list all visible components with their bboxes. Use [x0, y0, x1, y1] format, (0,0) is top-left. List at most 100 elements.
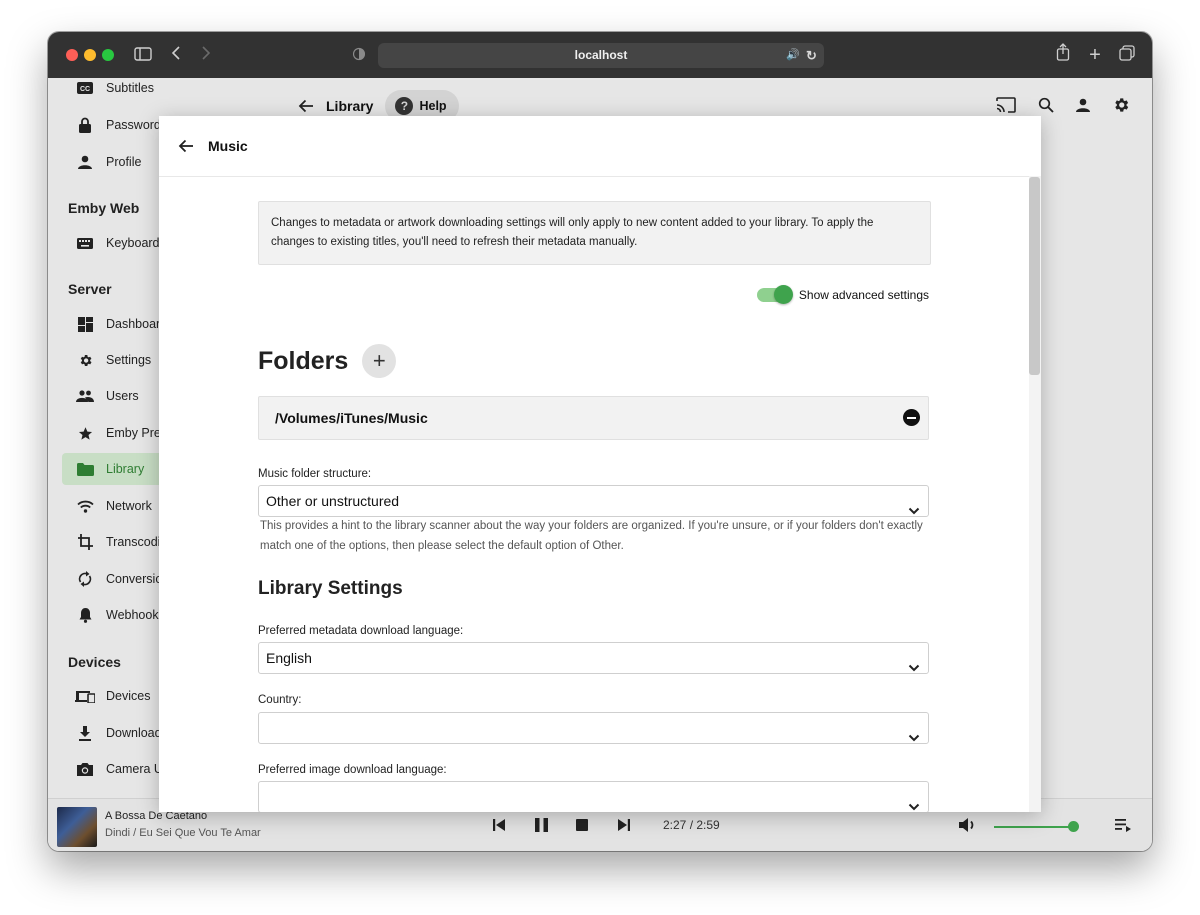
- select-value: Other or unstructured: [266, 493, 400, 509]
- sidebar-section-heading: Server: [68, 281, 112, 297]
- zoom-window-button[interactable]: [102, 49, 114, 61]
- sidebar-item-label: Library: [106, 462, 145, 476]
- sidebar-section-heading: Emby Web: [68, 200, 140, 216]
- share-icon[interactable]: [1052, 42, 1074, 68]
- download-icon: [74, 725, 96, 741]
- sidebar-item-label: Camera U: [106, 762, 163, 776]
- dialog-title: Music: [208, 138, 248, 154]
- reload-icon[interactable]: ↻: [806, 43, 817, 68]
- sidebar-toggle-icon[interactable]: [132, 42, 154, 68]
- country-select[interactable]: [258, 712, 929, 744]
- sidebar-item-label: Emby Pre: [106, 426, 161, 440]
- speaker-icon[interactable]: 🔊: [786, 43, 800, 68]
- queue-icon[interactable]: [1112, 814, 1134, 836]
- image-language-label: Preferred image download language:: [258, 764, 447, 776]
- bell-icon: [74, 607, 96, 623]
- back-arrow-icon[interactable]: [298, 99, 314, 113]
- search-icon[interactable]: [1038, 97, 1054, 118]
- dashboard-icon: [74, 316, 96, 332]
- library-edit-dialog: Music Changes to metadata or artwork dow…: [159, 116, 1041, 812]
- sidebar-item-subtitles[interactable]: CC Subtitles: [62, 72, 272, 104]
- minimize-window-button[interactable]: [84, 49, 96, 61]
- wifi-icon: [74, 498, 96, 514]
- sidebar-item-label: Network: [106, 499, 152, 513]
- volume-icon[interactable]: [958, 814, 980, 836]
- previous-track-icon[interactable]: [488, 814, 510, 836]
- camera-icon: [74, 761, 96, 777]
- country-label: Country:: [258, 694, 302, 706]
- folder-structure-label: Music folder structure:: [258, 468, 372, 480]
- volume-slider-track[interactable]: [994, 826, 1074, 828]
- folder-path: /Volumes/iTunes/Music: [275, 410, 428, 426]
- select-value: English: [266, 650, 312, 666]
- cc-icon: CC: [74, 80, 96, 96]
- advanced-settings-toggle[interactable]: Show advanced settings: [756, 285, 929, 304]
- chevron-down-icon: [908, 653, 920, 672]
- address-bar[interactable]: localhost 🔊 ↻: [378, 43, 824, 68]
- dialog-back-arrow-icon[interactable]: [178, 139, 194, 153]
- sidebar-item-label: Devices: [106, 689, 151, 703]
- sidebar-item-label: Webhooks: [106, 608, 165, 622]
- pause-icon[interactable]: [530, 814, 552, 836]
- page-title[interactable]: Library: [326, 98, 373, 114]
- chevron-down-icon: [908, 792, 920, 811]
- add-folder-button[interactable]: +: [362, 344, 397, 378]
- cast-icon[interactable]: [996, 97, 1016, 118]
- star-icon: [74, 425, 96, 441]
- gear-icon: [74, 352, 96, 368]
- metadata-info-notice: Changes to metadata or artwork downloadi…: [258, 201, 931, 265]
- metadata-language-select[interactable]: English: [258, 642, 929, 674]
- help-label: Help: [419, 99, 447, 113]
- sidebar-item-label: Password: [106, 118, 161, 132]
- metadata-language-label: Preferred metadata download language:: [258, 625, 464, 637]
- sidebar-item-label: Conversio: [106, 572, 163, 586]
- users-icon: [74, 388, 96, 404]
- help-icon: ?: [395, 97, 414, 115]
- new-tab-icon[interactable]: +: [1084, 42, 1106, 68]
- sidebar-item-label: Keyboard: [106, 236, 160, 250]
- gear-icon[interactable]: [1112, 96, 1130, 119]
- person-icon: [74, 154, 96, 170]
- remove-folder-icon[interactable]: [903, 409, 920, 426]
- next-track-icon[interactable]: [613, 814, 635, 836]
- sidebar-item-label: Download: [106, 726, 162, 740]
- playback-time: 2:27 / 2:59: [663, 818, 720, 832]
- sidebar-item-label: Users: [106, 389, 139, 403]
- image-language-select[interactable]: [258, 781, 929, 812]
- stop-icon[interactable]: [571, 814, 593, 836]
- dialog-header: Music: [159, 116, 1041, 177]
- folder-list-item[interactable]: /Volumes/iTunes/Music: [258, 396, 929, 440]
- chevron-down-icon: [908, 496, 920, 515]
- info-text: Changes to metadata or artwork downloadi…: [271, 217, 874, 248]
- sync-icon: [74, 571, 96, 587]
- keyboard-icon: [74, 235, 96, 251]
- toggle-switch[interactable]: [756, 285, 793, 304]
- chevron-down-icon: [908, 723, 920, 742]
- crop-icon: [74, 534, 96, 550]
- volume-slider-handle[interactable]: [1068, 821, 1079, 832]
- url-text: localhost: [574, 48, 628, 62]
- folder-structure-select[interactable]: Other or unstructured: [258, 485, 929, 517]
- browser-window: localhost 🔊 ↻ + CC Subtitles Password Pr…: [48, 32, 1152, 851]
- sidebar-item-label: Subtitles: [106, 81, 154, 95]
- tab-overview-icon[interactable]: [1116, 42, 1138, 68]
- devices-icon: [74, 688, 96, 704]
- dialog-scrollbar-thumb[interactable]: [1029, 177, 1040, 375]
- browser-back-icon[interactable]: [168, 42, 184, 68]
- lock-icon: [74, 117, 96, 133]
- sidebar-item-label: Dashboard: [106, 317, 168, 331]
- folders-heading: Folders +: [258, 344, 397, 378]
- close-window-button[interactable]: [66, 49, 78, 61]
- toggle-label: Show advanced settings: [798, 288, 929, 302]
- sidebar-item-label: Settings: [106, 353, 152, 367]
- track-subtitle[interactable]: Dindi / Eu Sei Que Vou Te Amar: [105, 827, 261, 839]
- album-art[interactable]: [57, 807, 97, 847]
- sidebar-section-heading: Devices: [68, 654, 121, 670]
- svg-text:CC: CC: [80, 86, 90, 93]
- user-icon[interactable]: [1076, 98, 1090, 117]
- privacy-shield-icon[interactable]: [350, 42, 368, 68]
- folder-structure-hint: This provides a hint to the library scan…: [260, 520, 923, 552]
- browser-forward-icon[interactable]: [198, 42, 214, 68]
- folders-heading-text: Folders: [258, 346, 349, 375]
- folder-icon: [74, 461, 96, 477]
